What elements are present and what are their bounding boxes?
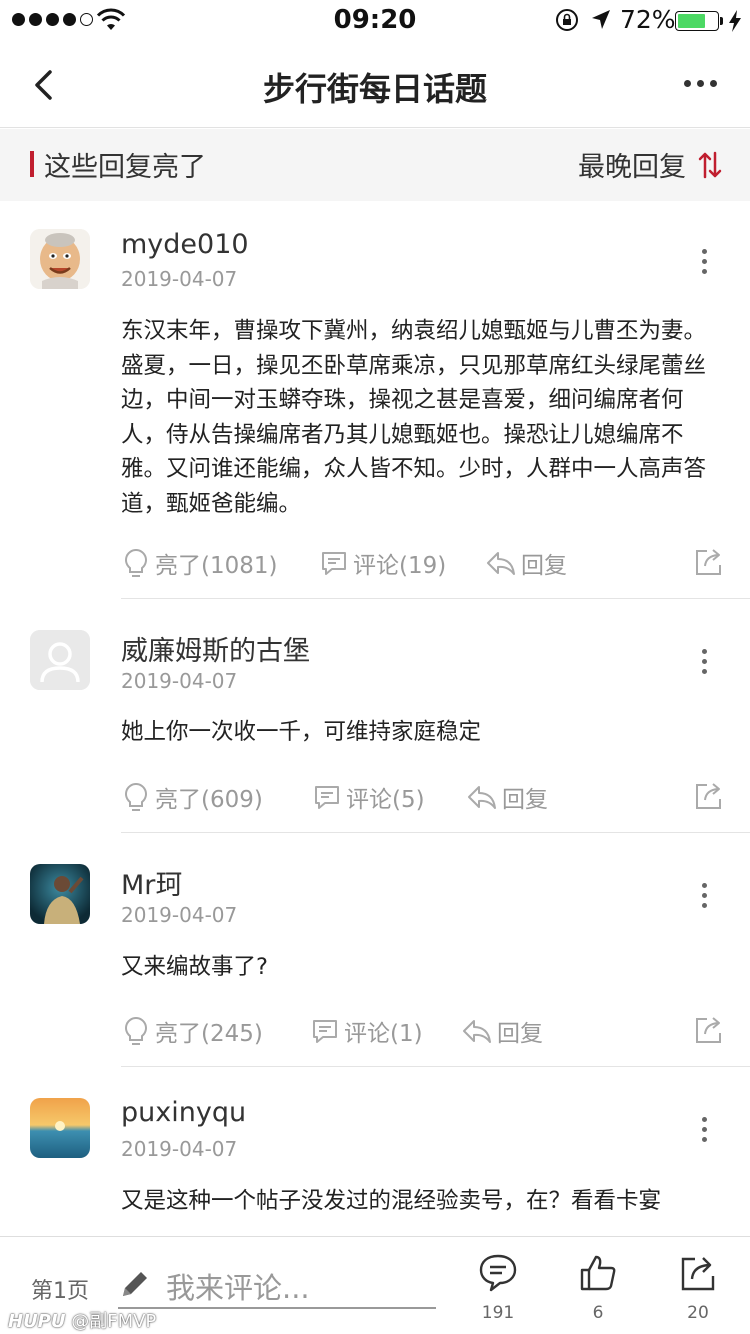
- share-post-button[interactable]: 20: [663, 1253, 733, 1323]
- comment-more-icon[interactable]: [702, 249, 707, 274]
- status-bar: 09:20 72%: [0, 0, 750, 40]
- like-label: 亮了(1081): [155, 553, 278, 579]
- comment-placeholder: 我来评论...: [166, 1271, 310, 1305]
- share-button[interactable]: [693, 1014, 725, 1046]
- comment-item: 威廉姆斯的古堡 2019-04-07 她上你一次收一千，可维持家庭稳定 亮了(6…: [0, 599, 750, 833]
- section-title: 这些回复亮了: [44, 152, 206, 183]
- comment-bubble-icon: [315, 786, 339, 809]
- avatar[interactable]: [30, 229, 90, 289]
- sort-label: 最晚回复: [578, 152, 686, 183]
- page-indicator[interactable]: 第1页: [31, 1273, 89, 1305]
- reply-arrow-icon: [487, 552, 515, 575]
- username[interactable]: Mr珂: [121, 863, 182, 902]
- like-button[interactable]: 亮了(245): [121, 1014, 263, 1048]
- comment-date: 2019-04-07: [121, 903, 238, 927]
- like-button[interactable]: 亮了(609): [121, 780, 263, 814]
- reply-arrow-icon: [468, 786, 496, 809]
- orientation-lock-icon: [556, 9, 578, 31]
- comment-count: 191: [481, 1303, 515, 1323]
- charging-bolt-icon: [729, 10, 741, 32]
- comment-actions: 亮了(245) 评论(1) 回复: [121, 1014, 731, 1054]
- watermark-brand: HUPU: [8, 1311, 66, 1332]
- default-avatar-icon[interactable]: [30, 630, 90, 690]
- reply-count-button[interactable]: 评论(19): [319, 546, 446, 580]
- nav-bar: 步行街每日话题: [0, 40, 750, 128]
- share-button[interactable]: [693, 780, 725, 812]
- comment-bubble-icon: [313, 1020, 337, 1043]
- lightbulb-icon: [125, 548, 147, 577]
- reply-label: 回复: [497, 1021, 543, 1047]
- more-options-icon[interactable]: [684, 80, 717, 87]
- section-header: 这些回复亮了 最晚回复: [0, 129, 750, 201]
- like-label: 亮了(245): [155, 1021, 263, 1047]
- share-icon: [696, 783, 721, 809]
- username[interactable]: myde010: [121, 229, 249, 260]
- reply-label: 回复: [521, 553, 567, 579]
- comment-actions: 亮了(609) 评论(5) 回复: [121, 780, 731, 820]
- like-post-button[interactable]: 6: [563, 1253, 633, 1323]
- comment-more-icon[interactable]: [702, 649, 707, 674]
- avatar[interactable]: [30, 864, 90, 924]
- battery-percentage: 72%: [620, 5, 676, 34]
- thumbs-up-icon: [580, 1255, 616, 1291]
- like-button[interactable]: 亮了(1081): [121, 546, 277, 580]
- reply-label: 回复: [502, 787, 548, 813]
- lightbulb-icon: [125, 782, 147, 811]
- comment-date: 2019-04-07: [121, 1137, 238, 1161]
- lightbulb-icon: [125, 1016, 147, 1045]
- comment-text: 又来编故事了?: [121, 954, 268, 980]
- reply-button[interactable]: 回复: [466, 780, 548, 814]
- comment-text: 她上你一次收一千，可维持家庭稳定: [121, 719, 482, 745]
- comment-label: 评论(5): [346, 787, 425, 813]
- battery-cap: [720, 17, 723, 25]
- comment-bubble-icon: [322, 552, 346, 575]
- comment-text: 东汉末年，曹操攻下冀州，纳袁绍儿媳甄姬与儿曹丕为妻。盛夏，一日，操见丕卧草席乘凉…: [121, 318, 707, 517]
- comment-label: 评论(1): [344, 1021, 423, 1047]
- location-arrow-icon: [592, 10, 610, 29]
- share-button[interactable]: [693, 546, 725, 578]
- reply-count-button[interactable]: 评论(1): [310, 1014, 423, 1048]
- comment-more-icon[interactable]: [702, 883, 707, 908]
- username[interactable]: 威廉姆斯的古堡: [121, 629, 310, 668]
- watermark: HUPU @副FMVP: [8, 1307, 156, 1333]
- comment-input[interactable]: 我来评论...: [118, 1255, 436, 1309]
- reply-count-button[interactable]: 评论(5): [312, 780, 425, 814]
- comment-text: 又是这种一个帖子没发过的混经验卖号，在？看看卡宴: [121, 1188, 662, 1214]
- watermark-user: @副FMVP: [71, 1311, 157, 1332]
- comment-more-icon[interactable]: [702, 1117, 707, 1142]
- share-icon: [696, 549, 721, 575]
- like-label: 亮了(609): [155, 787, 263, 813]
- section-accent-bar: [30, 151, 34, 177]
- reply-button[interactable]: 回复: [485, 546, 567, 580]
- sort-arrows-icon: [698, 151, 722, 178]
- page-title: 步行街每日话题: [262, 70, 487, 108]
- comment-item: Mr珂 2019-04-07 又来编故事了? 亮了(245) 评论(1) 回复: [0, 833, 750, 1067]
- comment-item: puxinyqu 2019-04-07 又是这种一个帖子没发过的混经验卖号，在？…: [0, 1067, 750, 1236]
- avatar[interactable]: [30, 1098, 90, 1158]
- battery-icon: [675, 11, 719, 31]
- comments-button[interactable]: 191: [463, 1253, 533, 1323]
- share-count: 20: [687, 1303, 709, 1323]
- comment-date: 2019-04-07: [121, 267, 238, 291]
- reply-arrow-icon: [463, 1020, 491, 1043]
- comment-label: 评论(19): [353, 553, 447, 579]
- like-count: 6: [592, 1303, 604, 1323]
- sort-button[interactable]: 最晚回复: [578, 145, 722, 184]
- reply-button[interactable]: 回复: [461, 1014, 543, 1048]
- share-icon: [681, 1257, 715, 1291]
- comment-bubble-icon: [479, 1254, 517, 1292]
- share-icon: [696, 1017, 721, 1043]
- comment-date: 2019-04-07: [121, 669, 238, 693]
- comment-actions: 亮了(1081) 评论(19) 回复: [121, 546, 731, 586]
- pencil-icon: [123, 1272, 147, 1296]
- username[interactable]: puxinyqu: [121, 1097, 246, 1128]
- comment-item: myde010 2019-04-07 东汉末年，曹操攻下冀州，纳袁绍儿媳甄姬与儿…: [0, 201, 750, 599]
